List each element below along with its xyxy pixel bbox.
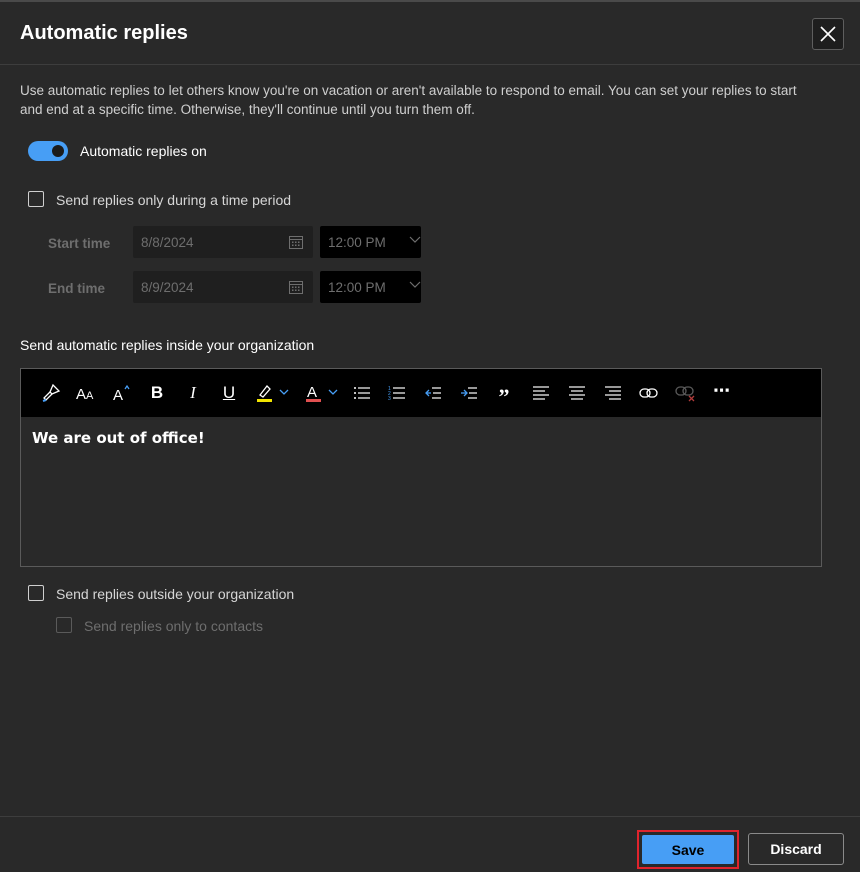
- start-date-value: 8/8/2024: [141, 234, 194, 250]
- start-time-label: Start time: [48, 236, 111, 251]
- font-color-icon[interactable]: A: [303, 381, 343, 405]
- start-time-value: 12:00 PM: [328, 234, 386, 250]
- svg-text:3: 3: [388, 396, 391, 401]
- reply-message-text[interactable]: We are out of office!: [32, 429, 205, 447]
- svg-text:A: A: [76, 386, 86, 403]
- align-right-icon[interactable]: [604, 381, 622, 405]
- svg-text:A: A: [113, 387, 123, 403]
- save-button[interactable]: Save: [642, 835, 734, 864]
- contacts-only-checkbox-label: Send replies only to contacts: [84, 618, 263, 634]
- contacts-only-checkbox[interactable]: [56, 617, 72, 633]
- automatic-replies-toggle[interactable]: [28, 141, 68, 161]
- automatic-replies-toggle-label: Automatic replies on: [80, 143, 207, 159]
- grow-font-icon[interactable]: A: [111, 381, 133, 405]
- outside-org-checkbox[interactable]: [28, 585, 44, 601]
- align-center-icon[interactable]: [568, 381, 586, 405]
- more-options-icon[interactable]: ⋯: [711, 379, 733, 403]
- bold-icon[interactable]: B: [148, 381, 166, 405]
- save-button-highlight: Save: [637, 830, 739, 869]
- decrease-indent-icon[interactable]: [424, 381, 442, 405]
- inside-org-section-label: Send automatic replies inside your organ…: [20, 337, 315, 353]
- header-divider: [0, 64, 860, 65]
- align-left-icon[interactable]: [532, 381, 550, 405]
- inside-org-editor: AA A B I U A 123 ” ⋯ We are out of offic…: [20, 368, 822, 567]
- format-painter-icon[interactable]: [40, 381, 62, 405]
- end-time-select[interactable]: 12:00 PM: [320, 271, 421, 303]
- end-date-input[interactable]: 8/9/2024: [133, 271, 313, 303]
- remove-link-icon[interactable]: [675, 381, 697, 405]
- time-period-checkbox[interactable]: [28, 191, 44, 207]
- toggle-knob: [52, 145, 64, 157]
- increase-indent-icon[interactable]: [460, 381, 478, 405]
- end-time-label: End time: [48, 281, 106, 296]
- quote-icon[interactable]: ”: [497, 384, 511, 409]
- end-time-value: 12:00 PM: [328, 279, 386, 295]
- dialog-description: Use automatic replies to let others know…: [20, 83, 797, 117]
- calendar-icon[interactable]: [288, 234, 304, 250]
- insert-link-icon[interactable]: [639, 381, 659, 405]
- start-date-input[interactable]: 8/8/2024: [133, 226, 313, 258]
- dialog-title: Automatic replies: [20, 22, 188, 44]
- outside-org-checkbox-label: Send replies outside your organization: [56, 586, 295, 602]
- time-period-checkbox-label: Send replies only during a time period: [56, 192, 292, 208]
- start-time-select[interactable]: 12:00 PM: [320, 226, 421, 258]
- close-icon: [820, 26, 836, 42]
- discard-button[interactable]: Discard: [748, 833, 844, 865]
- automatic-replies-dialog: Automatic replies Use automatic replies …: [0, 2, 860, 872]
- numbering-icon[interactable]: 123: [388, 381, 406, 405]
- end-date-value: 8/9/2024: [141, 279, 194, 295]
- footer-divider: [0, 816, 860, 817]
- chevron-down-icon: [409, 281, 421, 288]
- font-size-icon[interactable]: AA: [75, 381, 97, 405]
- close-button[interactable]: [812, 18, 844, 50]
- calendar-icon[interactable]: [288, 279, 304, 295]
- highlight-icon[interactable]: [254, 381, 294, 405]
- bullets-icon[interactable]: [353, 381, 371, 405]
- italic-icon[interactable]: I: [184, 381, 202, 405]
- underline-icon[interactable]: U: [220, 381, 238, 405]
- formatting-toolbar: AA A B I U A 123 ” ⋯: [21, 369, 821, 417]
- chevron-down-icon: [409, 236, 421, 243]
- svg-text:A: A: [307, 384, 317, 401]
- svg-text:A: A: [86, 390, 94, 402]
